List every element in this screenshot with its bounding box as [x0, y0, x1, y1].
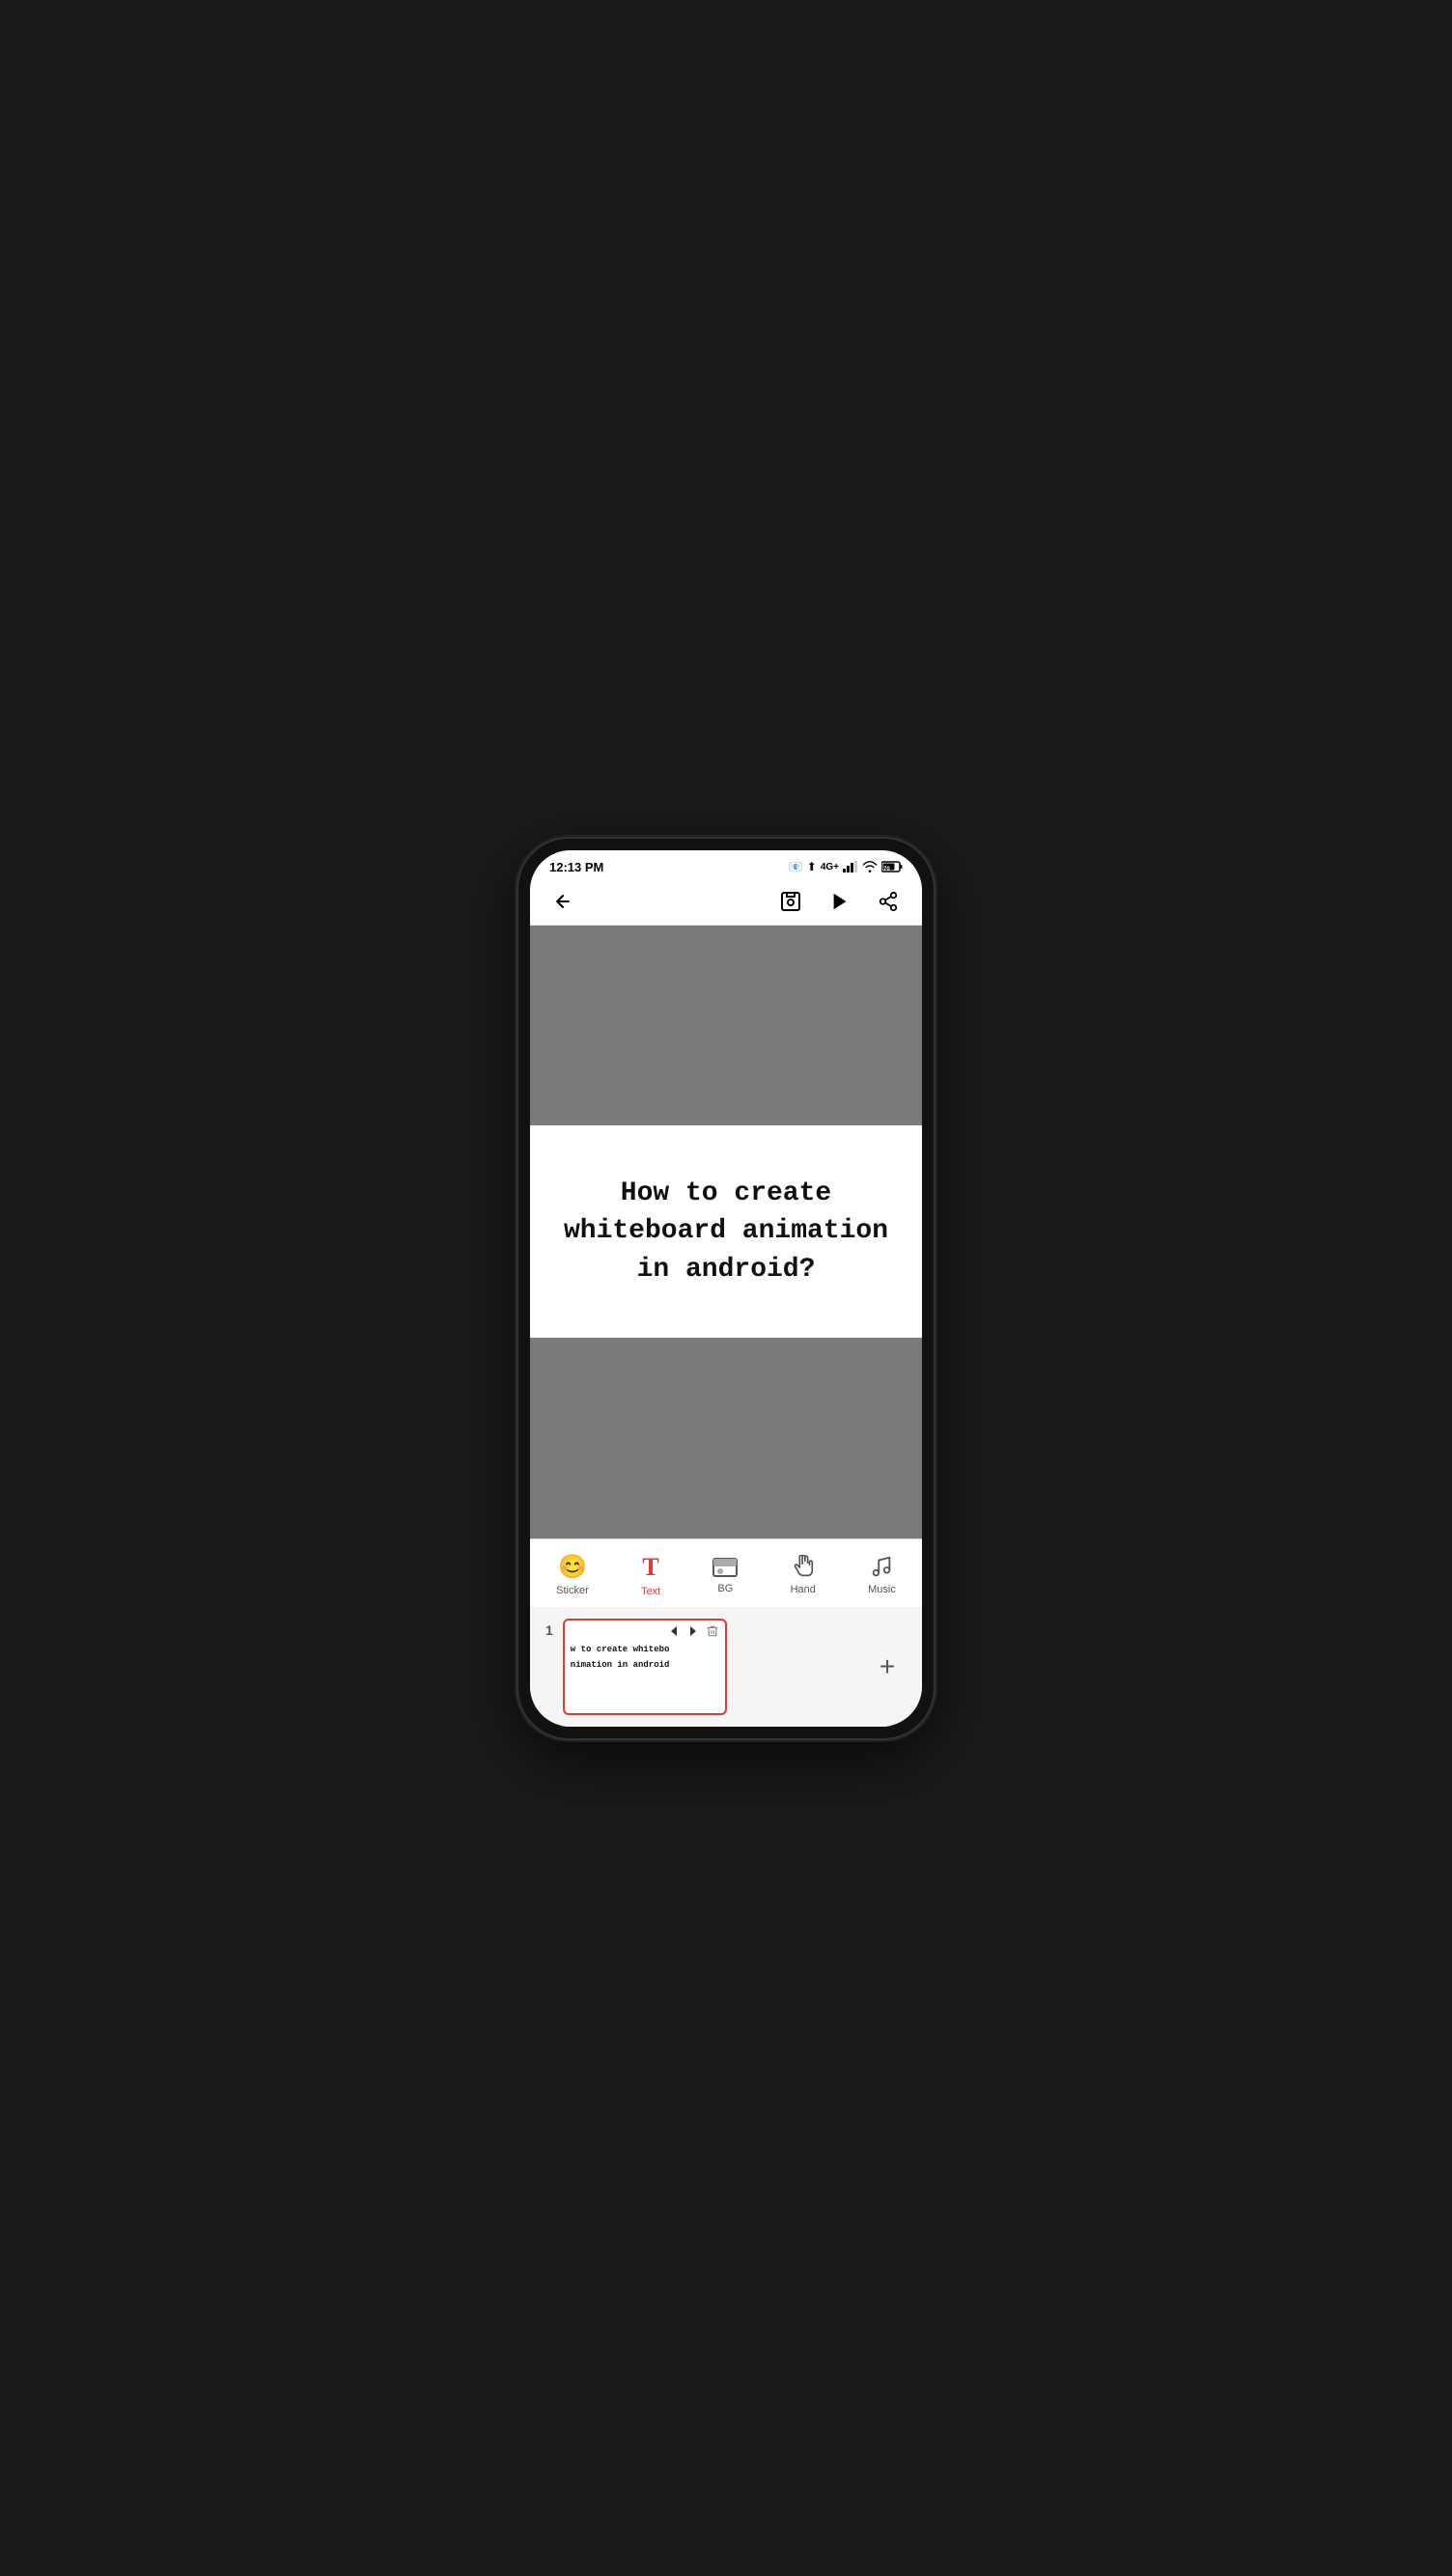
- share-button[interactable]: [874, 887, 903, 916]
- status-time: 12:13 PM: [549, 860, 603, 874]
- notification-icon: 📧: [789, 860, 803, 873]
- slide-number: 1: [545, 1619, 553, 1638]
- battery-icon: 70: [881, 861, 903, 873]
- phone-screen: 12:13 PM 📧 ⬆ 4G+: [530, 850, 922, 1727]
- gray-area-bottom: [530, 1338, 922, 1538]
- svg-text:70: 70: [883, 867, 890, 873]
- tool-sticker[interactable]: 😊 Sticker: [544, 1549, 600, 1600]
- sticker-label: Sticker: [556, 1585, 589, 1596]
- main-content: How to create whiteboard animation in an…: [530, 926, 922, 1538]
- thumb-header: [565, 1620, 725, 1642]
- music-label: Music: [868, 1584, 896, 1595]
- thumb-text-line2: nimation in android: [565, 1657, 725, 1674]
- thumb-delete-icon[interactable]: [706, 1624, 719, 1638]
- text-icon: T: [642, 1553, 658, 1582]
- thumb-next-icon[interactable]: [686, 1624, 700, 1638]
- tool-bg[interactable]: BG: [701, 1552, 749, 1598]
- tool-music[interactable]: Music: [856, 1551, 908, 1599]
- thumb-prev-icon[interactable]: [667, 1624, 681, 1638]
- play-button[interactable]: [825, 887, 854, 916]
- white-slide: How to create whiteboard animation in an…: [530, 1125, 922, 1338]
- slide-strip: 1: [530, 1607, 922, 1727]
- tool-hand[interactable]: Hand: [779, 1551, 827, 1599]
- thumb-text-line1: w to create whitebo: [565, 1642, 725, 1658]
- text-label: Text: [641, 1586, 660, 1597]
- tool-text[interactable]: T Text: [629, 1549, 672, 1601]
- top-toolbar: [530, 878, 922, 926]
- add-slide-button[interactable]: +: [868, 1648, 907, 1686]
- status-bar: 12:13 PM 📧 ⬆ 4G+: [530, 850, 922, 878]
- slide-thumbnail[interactable]: w to create whitebo nimation in android: [563, 1619, 727, 1715]
- bg-label: BG: [717, 1583, 733, 1594]
- music-icon: [870, 1555, 893, 1580]
- back-button[interactable]: [549, 888, 576, 915]
- network-label: 4G+: [821, 862, 839, 873]
- hand-icon: [792, 1555, 815, 1580]
- sticker-icon: 😊: [558, 1553, 587, 1581]
- upload-icon: ⬆: [807, 860, 817, 873]
- bg-icon: [712, 1556, 738, 1579]
- toolbar-right: [775, 886, 903, 917]
- hand-label: Hand: [791, 1584, 816, 1595]
- gray-area-top: [530, 926, 922, 1126]
- signal-icon: [843, 861, 858, 873]
- toolbar-left: [549, 888, 576, 915]
- bottom-toolbar: 😊 Sticker T Text BG Hand: [530, 1538, 922, 1607]
- wifi-icon: [862, 861, 878, 873]
- phone-frame: 12:13 PM 📧 ⬆ 4G+: [518, 839, 934, 1738]
- status-icons: 📧 ⬆ 4G+: [789, 860, 903, 873]
- slide-text: How to create whiteboard animation in an…: [559, 1175, 893, 1288]
- save-button[interactable]: [775, 886, 806, 917]
